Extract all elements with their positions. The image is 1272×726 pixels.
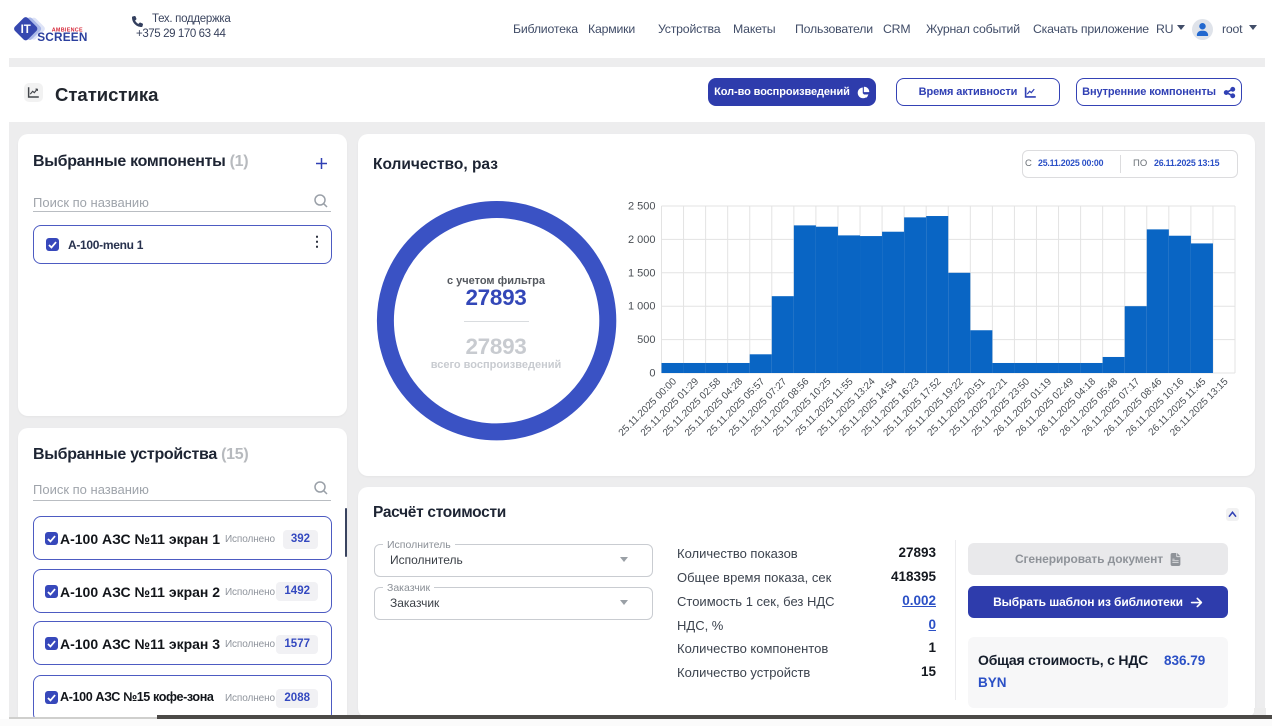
- svg-text:2 000: 2 000: [628, 234, 656, 246]
- svg-text:0: 0: [649, 368, 655, 380]
- svg-text:SCREEN: SCREEN: [37, 30, 87, 44]
- svg-text:1 500: 1 500: [628, 267, 656, 279]
- svg-text:2 500: 2 500: [628, 201, 656, 213]
- svg-text:1 000: 1 000: [628, 301, 656, 313]
- svg-text:IT: IT: [21, 24, 31, 36]
- svg-text:500: 500: [637, 334, 655, 346]
